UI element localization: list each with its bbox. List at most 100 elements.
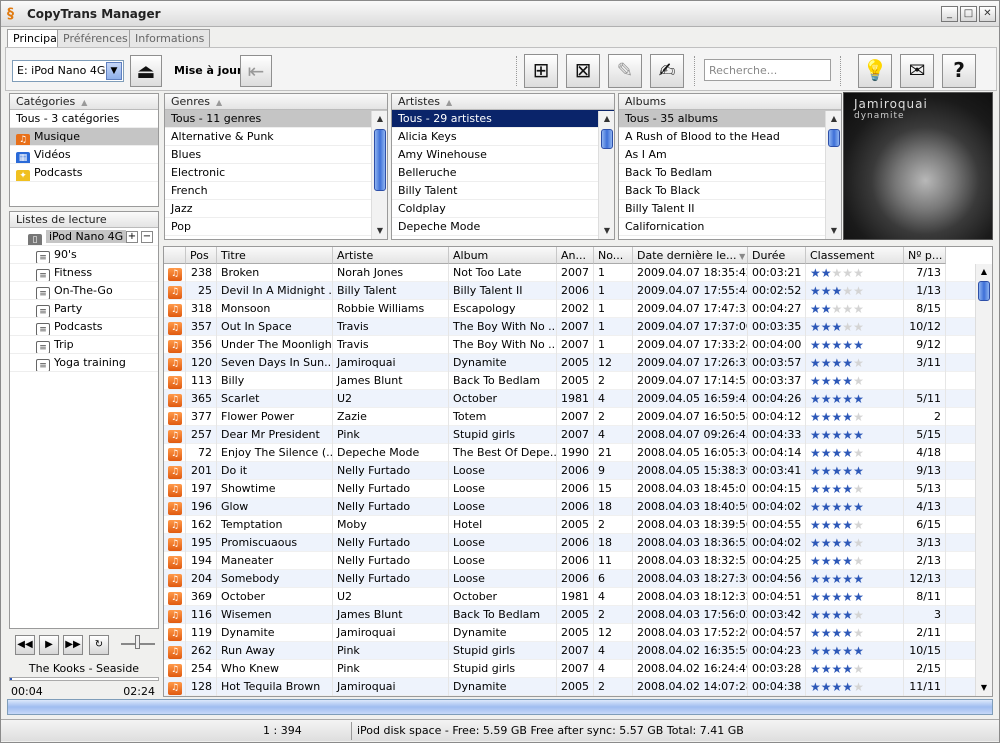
star-icon[interactable]: ★: [832, 680, 843, 694]
star-icon[interactable]: ★: [832, 266, 843, 280]
star-icon[interactable]: ★: [810, 518, 821, 532]
star-icon[interactable]: ★: [832, 410, 843, 424]
star-icon[interactable]: ★: [853, 320, 864, 334]
remove-playlist-icon[interactable]: −: [141, 231, 153, 243]
star-icon[interactable]: ★: [853, 446, 864, 460]
category-item-videos[interactable]: ▦ Vidéos: [10, 146, 158, 164]
table-row[interactable]: ♫ 194 Maneater Nelly Furtado Loose 2006 11 2008…: [164, 552, 976, 570]
star-icon[interactable]: ★: [842, 644, 853, 658]
star-icon[interactable]: ★: [842, 446, 853, 460]
add-playlist-icon[interactable]: +: [126, 231, 138, 243]
star-icon[interactable]: ★: [832, 626, 843, 640]
star-icon[interactable]: ★: [832, 590, 843, 604]
star-icon[interactable]: ★: [810, 374, 821, 388]
playlist-device[interactable]: ▯ iPod Nano 4G + −: [10, 228, 158, 246]
table-row[interactable]: ♫ 365 Scarlet U2 October 1981 4 2009.04.05 16:5…: [164, 390, 976, 408]
star-icon[interactable]: ★: [821, 392, 832, 406]
star-icon[interactable]: ★: [810, 590, 821, 604]
star-icon[interactable]: ★: [853, 500, 864, 514]
edit-disabled-button[interactable]: ✎: [608, 54, 642, 88]
play-button[interactable]: ▶: [39, 635, 59, 655]
star-icon[interactable]: ★: [842, 500, 853, 514]
table-row[interactable]: ♫ 357 Out In Space Travis The Boy With No ..…: [164, 318, 976, 336]
table-row[interactable]: ♫ 201 Do it Nelly Furtado Loose 2006 9 2008.04.…: [164, 462, 976, 480]
star-icon[interactable]: ★: [832, 518, 843, 532]
artists-scrollbar[interactable]: ▲ ▼: [598, 111, 614, 239]
artist-item[interactable]: Tous - 29 artistes: [392, 110, 614, 128]
star-icon[interactable]: ★: [821, 644, 832, 658]
star-icon[interactable]: ★: [810, 410, 821, 424]
star-icon[interactable]: ★: [810, 392, 821, 406]
star-icon[interactable]: ★: [842, 338, 853, 352]
star-icon[interactable]: ★: [842, 266, 853, 280]
star-icon[interactable]: ★: [821, 572, 832, 586]
column-header[interactable]: Nº p...: [904, 247, 946, 264]
star-icon[interactable]: ★: [842, 320, 853, 334]
table-row[interactable]: ♫ 162 Temptation Moby Hotel 2005 2 2008.04.03 1…: [164, 516, 976, 534]
star-icon[interactable]: ★: [821, 626, 832, 640]
star-icon[interactable]: ★: [821, 680, 832, 694]
tab-informations[interactable]: Informations: [129, 29, 211, 47]
table-row[interactable]: ♫ 128 Hot Tequila Brown Jamiroquai Dynamite 2…: [164, 678, 976, 696]
artist-item[interactable]: Depeche Mode: [392, 218, 614, 236]
star-icon[interactable]: ★: [842, 518, 853, 532]
star-icon[interactable]: ★: [842, 356, 853, 370]
repeat-button[interactable]: ↻: [89, 635, 109, 655]
column-header[interactable]: Album: [449, 247, 557, 264]
album-item[interactable]: As I Am: [619, 146, 841, 164]
genre-item[interactable]: Blues: [165, 146, 387, 164]
star-icon[interactable]: ★: [842, 428, 853, 442]
table-row[interactable]: ♫ 257 Dear Mr President Pink Stupid girls 200…: [164, 426, 976, 444]
table-row[interactable]: ♫ 377 Flower Power Zazie Totem 2007 2 2009.04.0…: [164, 408, 976, 426]
star-icon[interactable]: ★: [810, 356, 821, 370]
star-icon[interactable]: ★: [842, 662, 853, 676]
column-header[interactable]: Titre: [217, 247, 333, 264]
help-button[interactable]: ?: [942, 54, 976, 88]
column-header-type[interactable]: [164, 247, 186, 264]
star-icon[interactable]: ★: [821, 464, 832, 478]
star-icon[interactable]: ★: [842, 392, 853, 406]
star-icon[interactable]: ★: [853, 662, 864, 676]
table-row[interactable]: ♫ 238 Broken Norah Jones Not Too Late 2007 1 20…: [164, 264, 976, 282]
tips-button[interactable]: 💡: [858, 54, 892, 88]
table-row[interactable]: ♫ 356 Under The Moonlight Travis The Boy Wit…: [164, 336, 976, 354]
star-icon[interactable]: ★: [853, 410, 864, 424]
genre-item[interactable]: Alternative & Punk: [165, 128, 387, 146]
star-icon[interactable]: ★: [821, 482, 832, 496]
album-item[interactable]: A Rush of Blood to the Head: [619, 128, 841, 146]
star-icon[interactable]: ★: [842, 374, 853, 388]
genres-header[interactable]: Genres ▲: [165, 94, 387, 110]
maximize-icon[interactable]: □: [960, 6, 977, 22]
playlist-item[interactable]: ≡ Fitness: [10, 264, 158, 282]
star-icon[interactable]: ★: [832, 482, 843, 496]
star-icon[interactable]: ★: [842, 284, 853, 298]
star-icon[interactable]: ★: [821, 662, 832, 676]
column-header[interactable]: Pos: [186, 247, 217, 264]
star-icon[interactable]: ★: [853, 464, 864, 478]
star-icon[interactable]: ★: [842, 680, 853, 694]
star-icon[interactable]: ★: [810, 626, 821, 640]
star-icon[interactable]: ★: [821, 374, 832, 388]
star-icon[interactable]: ★: [853, 392, 864, 406]
star-icon[interactable]: ★: [853, 518, 864, 532]
categories-header[interactable]: Catégories ▲: [10, 94, 158, 110]
star-icon[interactable]: ★: [810, 482, 821, 496]
edit-tags-button[interactable]: ✍: [650, 54, 684, 88]
column-header[interactable]: Durée: [748, 247, 806, 264]
table-row[interactable]: ♫ 369 October U2 October 1981 4 2008.04.03 18:1…: [164, 588, 976, 606]
playlist-item[interactable]: ≡ Trip: [10, 336, 158, 354]
album-item[interactable]: Californication: [619, 218, 841, 236]
star-icon[interactable]: ★: [842, 608, 853, 622]
star-icon[interactable]: ★: [810, 338, 821, 352]
star-icon[interactable]: ★: [842, 410, 853, 424]
star-icon[interactable]: ★: [842, 572, 853, 586]
star-icon[interactable]: ★: [821, 338, 832, 352]
tab-preferences[interactable]: Préférences: [57, 29, 134, 47]
star-icon[interactable]: ★: [832, 374, 843, 388]
star-icon[interactable]: ★: [853, 356, 864, 370]
star-icon[interactable]: ★: [821, 356, 832, 370]
star-icon[interactable]: ★: [853, 302, 864, 316]
star-icon[interactable]: ★: [853, 644, 864, 658]
eject-button[interactable]: ⏏: [130, 55, 162, 87]
playlist-item[interactable]: ≡ Podcasts: [10, 318, 158, 336]
